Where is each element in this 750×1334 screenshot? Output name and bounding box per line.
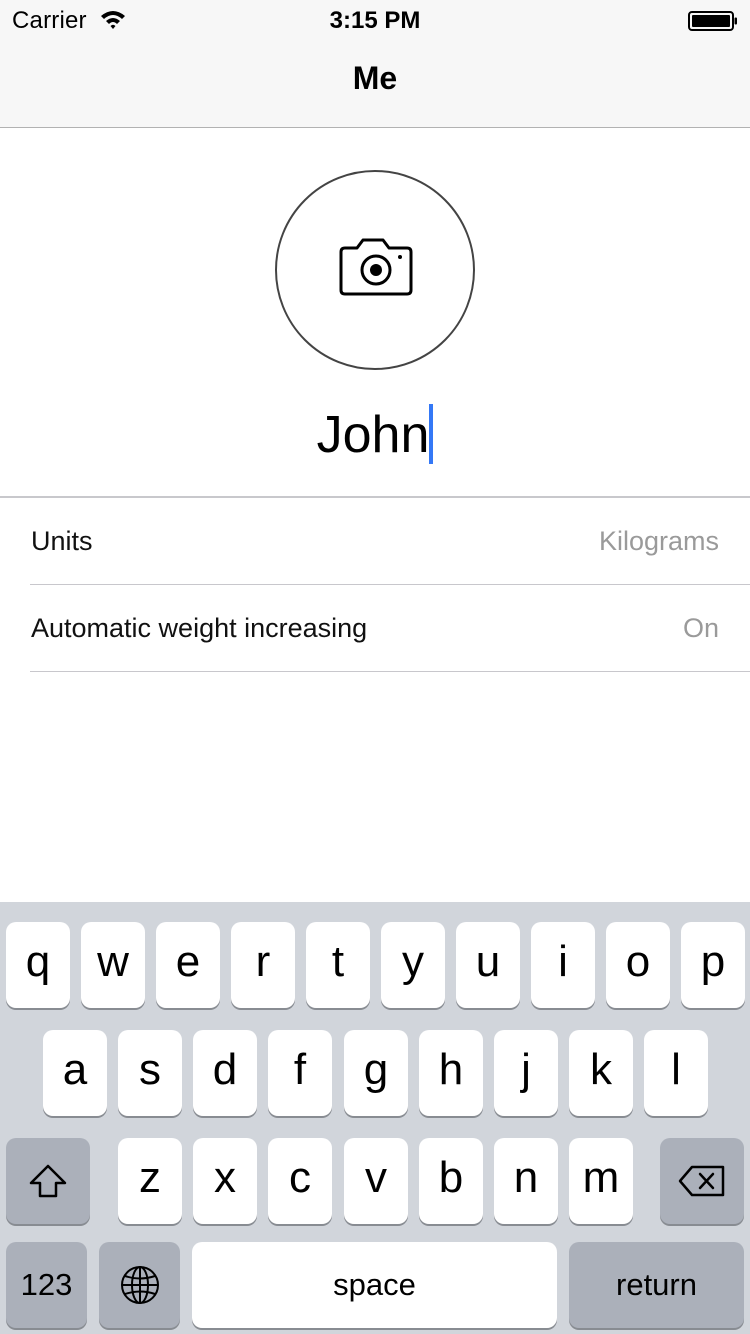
key-o[interactable]: o bbox=[606, 922, 670, 1008]
key-w[interactable]: w bbox=[81, 922, 145, 1008]
key-p[interactable]: p bbox=[681, 922, 745, 1008]
key-f[interactable]: f bbox=[268, 1030, 332, 1116]
profile-photo-button[interactable] bbox=[275, 170, 475, 370]
key-k[interactable]: k bbox=[569, 1030, 633, 1116]
status-time: 3:15 PM bbox=[329, 7, 421, 34]
keyboard: q w e r t y u i o p a s d f g h j k l z … bbox=[0, 902, 750, 1334]
name-value: John bbox=[316, 406, 430, 464]
settings-row-units[interactable]: Units Kilograms bbox=[0, 498, 750, 585]
settings-row-automatic-weight[interactable]: Automatic weight increasing On bbox=[0, 585, 750, 672]
space-key[interactable]: space bbox=[192, 1242, 557, 1328]
key-a[interactable]: a bbox=[43, 1030, 107, 1116]
key-z[interactable]: z bbox=[118, 1138, 182, 1224]
key-c[interactable]: c bbox=[268, 1138, 332, 1224]
key-t[interactable]: t bbox=[306, 922, 370, 1008]
battery-icon bbox=[688, 11, 737, 31]
key-s[interactable]: s bbox=[118, 1030, 182, 1116]
screen: Carrier 3:15 PM Me John Units Kilograms … bbox=[0, 0, 750, 1334]
key-j[interactable]: j bbox=[494, 1030, 558, 1116]
return-key[interactable]: return bbox=[569, 1242, 744, 1328]
key-h[interactable]: h bbox=[419, 1030, 483, 1116]
units-label: Units bbox=[31, 526, 93, 556]
key-i[interactable]: i bbox=[531, 922, 595, 1008]
name-input[interactable]: John bbox=[0, 400, 750, 470]
page-title: Me bbox=[352, 60, 398, 96]
text-cursor bbox=[429, 404, 434, 464]
key-l[interactable]: l bbox=[644, 1030, 708, 1116]
key-d[interactable]: d bbox=[193, 1030, 257, 1116]
key-v[interactable]: v bbox=[344, 1138, 408, 1224]
automatic-weight-value: On bbox=[682, 613, 719, 643]
key-n[interactable]: n bbox=[494, 1138, 558, 1224]
camera-icon bbox=[339, 238, 413, 296]
key-u[interactable]: u bbox=[456, 922, 520, 1008]
row-separator bbox=[30, 671, 750, 672]
navigation-bar: Me bbox=[0, 40, 750, 128]
shift-key[interactable] bbox=[6, 1138, 90, 1224]
key-e[interactable]: e bbox=[156, 922, 220, 1008]
units-value: Kilograms bbox=[598, 526, 719, 556]
numbers-key[interactable]: 123 bbox=[6, 1242, 87, 1328]
key-r[interactable]: r bbox=[231, 922, 295, 1008]
shift-icon bbox=[29, 1164, 67, 1198]
key-g[interactable]: g bbox=[344, 1030, 408, 1116]
key-x[interactable]: x bbox=[193, 1138, 257, 1224]
backspace-icon bbox=[678, 1165, 725, 1197]
globe-key[interactable] bbox=[99, 1242, 180, 1328]
globe-icon bbox=[120, 1266, 159, 1304]
delete-key[interactable] bbox=[660, 1138, 744, 1224]
status-bar: Carrier 3:15 PM bbox=[0, 0, 750, 40]
key-b[interactable]: b bbox=[419, 1138, 483, 1224]
key-m[interactable]: m bbox=[569, 1138, 633, 1224]
key-y[interactable]: y bbox=[381, 922, 445, 1008]
automatic-weight-label: Automatic weight increasing bbox=[31, 613, 368, 643]
key-q[interactable]: q bbox=[6, 922, 70, 1008]
